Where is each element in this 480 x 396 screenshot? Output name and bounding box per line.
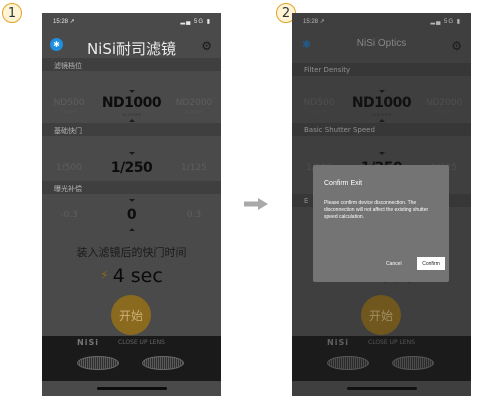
exposure-picker[interactable]: -0.3 0 0.3 — [42, 198, 221, 232]
gear-icon[interactable]: ⚙ — [201, 39, 212, 53]
section-label-exposure: 曝光补偿 — [42, 181, 221, 194]
cancel-button[interactable]: Cancel — [386, 261, 402, 267]
status-time: 15:28 ↗ — [53, 19, 75, 25]
dialog-message: Please confirm device disconnection. The… — [324, 200, 429, 220]
status-signal: ▂▄ 5G ▮ — [180, 19, 211, 25]
confirm-exit-dialog: Confirm Exit Please confirm device disco… — [313, 165, 449, 282]
exposure-option-selected[interactable]: 0 — [94, 198, 169, 232]
shutter-picker[interactable]: 1/500 1/250 1/125 — [42, 151, 221, 185]
filter-option-right[interactable]: ND2000 11-STOPS — [169, 89, 219, 123]
result-label: 装入滤镜后的快门时间 — [76, 246, 187, 259]
result-value: ⚡4 sec — [100, 265, 163, 287]
promo-banner[interactable]: NiSi CLOSE UP LENS — [42, 336, 221, 381]
dialog-title: Confirm Exit — [324, 180, 363, 187]
start-button[interactable]: 开始 — [111, 295, 151, 335]
confirm-button[interactable]: Confirm — [417, 257, 445, 270]
arrow-right-icon — [244, 198, 268, 210]
lens-image — [77, 356, 119, 370]
phone-screen-2: 15:28 ↗ ▂▄ 5G ▮ ✱ NiSi Optics ⚙ Filter D… — [292, 13, 471, 396]
step-badge-1: 1 — [2, 3, 22, 23]
section-label-filter: 滤镜档位 — [42, 58, 221, 71]
bolt-icon: ⚡ — [100, 268, 109, 282]
exposure-option-right[interactable]: 0.3 — [169, 198, 219, 232]
app-title: NiSi耐司滤镜 — [86, 40, 177, 58]
filter-picker[interactable]: ND500 9-STOPS ND1000 10-STOPS ND2000 11-… — [42, 89, 221, 123]
filter-option-left[interactable]: ND500 9-STOPS — [44, 89, 94, 123]
shutter-option-left[interactable]: 1/500 — [44, 151, 94, 185]
promo-tag: CLOSE UP LENS — [118, 339, 165, 346]
section-label-shutter: 基础快门 — [42, 123, 221, 136]
phone-screen-1: 15:28 ↗ ▂▄ 5G ▮ ✱ NiSi耐司滤镜 ⚙ 滤镜档位 ND500 … — [42, 13, 221, 396]
shutter-option-right[interactable]: 1/125 — [169, 151, 219, 185]
promo-brand: NiSi — [77, 338, 99, 347]
app-bar: ✱ NiSi耐司滤镜 ⚙ — [42, 31, 221, 58]
up-arrow-icon[interactable] — [128, 228, 135, 231]
filter-option-selected[interactable]: ND1000 10-STOPS — [94, 89, 169, 123]
status-bar: 15:28 ↗ ▂▄ 5G ▮ — [42, 13, 221, 27]
up-arrow-icon[interactable] — [128, 119, 135, 122]
home-indicator[interactable] — [97, 387, 167, 390]
lens-image — [142, 356, 184, 370]
shutter-option-selected[interactable]: 1/250 — [94, 151, 169, 185]
exposure-option-left[interactable]: -0.3 — [44, 198, 94, 232]
